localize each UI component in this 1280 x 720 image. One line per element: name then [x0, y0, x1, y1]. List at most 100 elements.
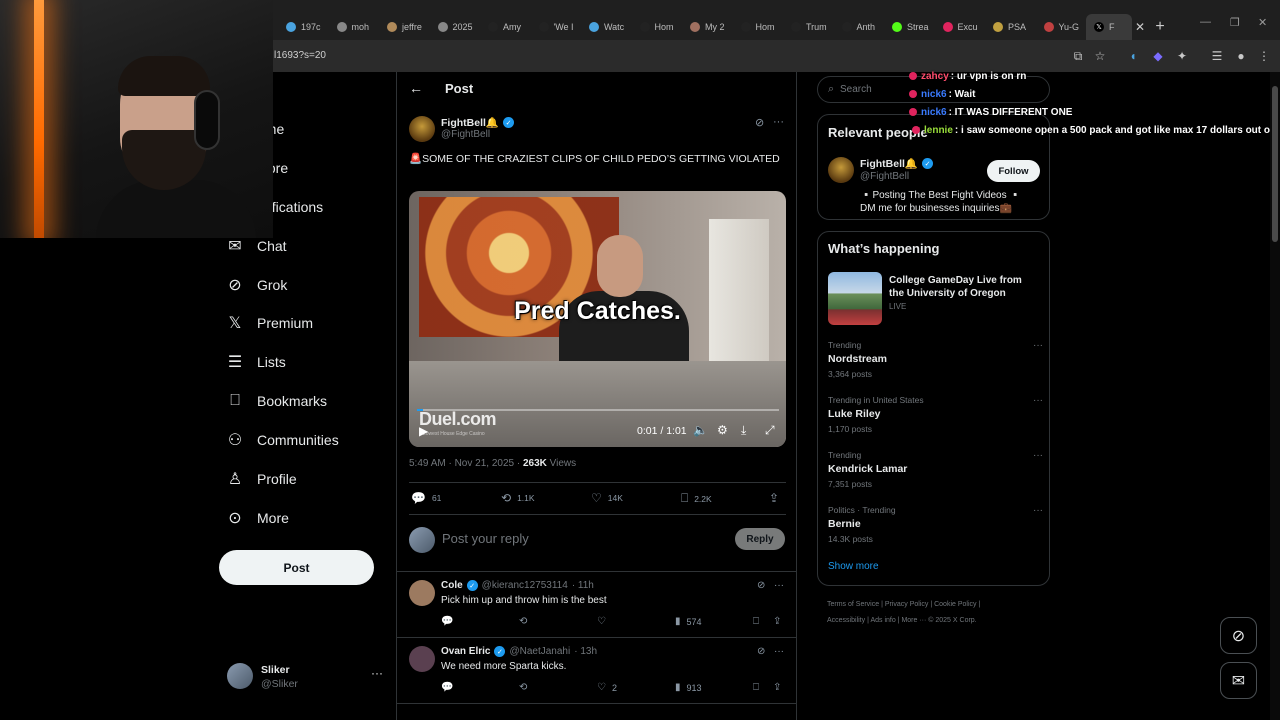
share-action[interactable]: ⇪: [769, 491, 785, 505]
browser-tab[interactable]: Anth: [834, 14, 885, 40]
bookmark-action[interactable]: ⎕ 2.2K: [681, 491, 712, 506]
like-action[interactable]: ♡ 14K: [591, 491, 623, 505]
share-action[interactable]: ⇪: [773, 616, 787, 627]
relevant-handle[interactable]: @FightBell: [860, 171, 909, 182]
trend-item[interactable]: Trending in United States Luke Riley 1,170…: [828, 395, 1043, 439]
browser-menu-icon[interactable]: ⋮: [1256, 48, 1272, 64]
comment-author[interactable]: Ovan Elric: [441, 646, 490, 657]
show-more-link[interactable]: Show more: [828, 561, 879, 572]
grok-float-button[interactable]: ⊘: [1220, 617, 1257, 654]
back-arrow-icon[interactable]: ←: [409, 80, 423, 96]
grok-explain-icon[interactable]: ⊘: [755, 116, 764, 129]
author-avatar[interactable]: [409, 116, 435, 142]
footer-links-row-2[interactable]: Accessibility | Ads info | More ··· © 20…: [827, 617, 977, 624]
comment-handle[interactable]: @NaetJanahi: [509, 646, 570, 657]
browser-tab[interactable]: jeffre: [379, 14, 430, 40]
tab-close-icon[interactable]: ✕: [1132, 14, 1148, 40]
new-tab-button[interactable]: +: [1148, 14, 1172, 40]
comment-author[interactable]: Cole: [441, 580, 463, 591]
browser-tab[interactable]: Strea: [884, 14, 935, 40]
fullscreen-icon[interactable]: ⤢: [765, 423, 775, 438]
comment-handle[interactable]: @kieranc12753114: [482, 580, 568, 591]
follow-button[interactable]: Follow: [987, 160, 1040, 182]
share-action[interactable]: ⇪: [773, 682, 787, 693]
browser-tab[interactable]: 'We I: [531, 14, 582, 40]
browser-tab[interactable]: 2025: [430, 14, 481, 40]
avatar[interactable]: [409, 646, 435, 672]
event-thumbnail[interactable]: [828, 272, 882, 325]
browser-tab[interactable]: Trum: [783, 14, 834, 40]
star-icon[interactable]: ☆: [1092, 48, 1108, 64]
post-more-icon[interactable]: ···: [773, 116, 784, 128]
comment-item[interactable]: Cole ✓ @kieranc12753114 · 11h Pick him up an…: [397, 572, 797, 638]
volume-icon[interactable]: 🔈: [693, 423, 708, 437]
nav-item-more[interactable]: ⊙ More: [226, 503, 289, 533]
settings-gear-icon[interactable]: ⚙: [717, 423, 728, 437]
event-title[interactable]: College GameDay Live from the University…: [889, 274, 1039, 300]
tab-search-icon[interactable]: ☰: [1209, 48, 1225, 64]
extension-shield-icon[interactable]: ◆: [1150, 48, 1166, 64]
nav-item-lists[interactable]: ☰ Lists: [226, 347, 286, 377]
grok-explain-icon[interactable]: ⊘: [757, 646, 765, 657]
nav-item-profile[interactable]: ♙ Profile: [226, 464, 297, 494]
heart-action[interactable]: ♡: [597, 616, 612, 627]
nav-item-premium[interactable]: 𝕏 Premium: [226, 308, 313, 338]
avatar[interactable]: [828, 157, 854, 183]
install-app-icon[interactable]: ⧉: [1070, 48, 1086, 64]
browser-tab[interactable]: Excu: [935, 14, 986, 40]
browser-tab[interactable]: Hom: [632, 14, 683, 40]
account-more-icon[interactable]: ···: [371, 666, 383, 680]
trend-item[interactable]: Trending Kendrick Lamar 7,351 posts ···: [828, 450, 1043, 494]
reply-input[interactable]: Post your reply: [442, 531, 529, 546]
bookmark-action[interactable]: ⎕: [753, 616, 765, 627]
avatar[interactable]: [409, 580, 435, 606]
views-action[interactable]: ▮ 913: [675, 682, 702, 693]
trend-item[interactable]: Politics · Trending Bernie 14.3K posts ···: [828, 505, 1043, 549]
url-text[interactable]: l1693?s=20: [274, 50, 326, 61]
post-button[interactable]: Post: [219, 550, 374, 585]
reply-action[interactable]: 💬: [441, 682, 459, 693]
footer-links-row-1[interactable]: Terms of Service | Privacy Policy | Cook…: [827, 601, 980, 608]
profile-avatar-icon[interactable]: ●: [1233, 48, 1249, 64]
browser-tab[interactable]: My 2: [682, 14, 733, 40]
post-timestamp[interactable]: 5:49 AM · Nov 21, 2025 ·: [409, 458, 523, 469]
minimize-icon[interactable]: —: [1200, 16, 1211, 28]
trend-more-icon[interactable]: ···: [1033, 505, 1043, 516]
author-name[interactable]: FightBell🔔 ✓: [441, 116, 514, 129]
author-handle[interactable]: @FightBell: [441, 129, 490, 140]
scroll-thumb[interactable]: [1272, 86, 1278, 242]
trend-more-icon[interactable]: ···: [1033, 450, 1043, 461]
browser-tab[interactable]: PSA: [985, 14, 1036, 40]
repost-action[interactable]: ⟲ 1.1K: [501, 491, 535, 505]
reply-action[interactable]: 💬: [441, 616, 459, 627]
extensions-puzzle-icon[interactable]: ✦: [1174, 48, 1190, 64]
browser-tab[interactable]: moh: [329, 14, 380, 40]
trend-more-icon[interactable]: ···: [1033, 395, 1043, 406]
nav-item-communities[interactable]: ⚇ Communities: [226, 425, 339, 455]
comment-more-icon[interactable]: ···: [774, 580, 784, 591]
messages-float-button[interactable]: ✉: [1220, 662, 1257, 699]
comment-item[interactable]: Ovan Elric ✓ @NaetJanahi · 13h We need more …: [397, 638, 797, 704]
browser-tab[interactable]: Yu-G: [1036, 14, 1087, 40]
play-icon[interactable]: ▶: [419, 424, 428, 438]
reply-button[interactable]: Reply: [735, 528, 785, 550]
video-player[interactable]: Pred Catches. Duel.com Lowest House Edge…: [409, 191, 786, 447]
browser-tab[interactable]: Watc: [581, 14, 632, 40]
browser-tab-active[interactable]: 𝕏F: [1086, 14, 1132, 40]
nav-item-grok[interactable]: ⊘ Grok: [226, 270, 287, 300]
nav-item-bookmarks[interactable]: ⎕ Bookmarks: [226, 386, 327, 416]
bookmark-action[interactable]: ⎕: [753, 682, 765, 693]
heart-action[interactable]: ♡ 2: [597, 682, 617, 693]
extension-audio-icon[interactable]: ◖: [1125, 48, 1141, 64]
picture-in-picture-icon[interactable]: ⤓: [741, 423, 746, 438]
close-window-icon[interactable]: ✕: [1258, 16, 1267, 29]
reply-action[interactable]: 💬 61: [411, 491, 441, 505]
browser-tab[interactable]: Amy: [480, 14, 531, 40]
scrollbar[interactable]: [1270, 72, 1280, 720]
views-action[interactable]: ▮ 574: [675, 616, 702, 627]
trend-more-icon[interactable]: ···: [1033, 340, 1043, 351]
trend-item[interactable]: Trending Nordstream 3,364 posts ···: [828, 340, 1043, 384]
repost-action[interactable]: ⟲: [519, 682, 533, 693]
browser-tab[interactable]: 197c: [278, 14, 329, 40]
comment-more-icon[interactable]: ···: [774, 646, 784, 657]
